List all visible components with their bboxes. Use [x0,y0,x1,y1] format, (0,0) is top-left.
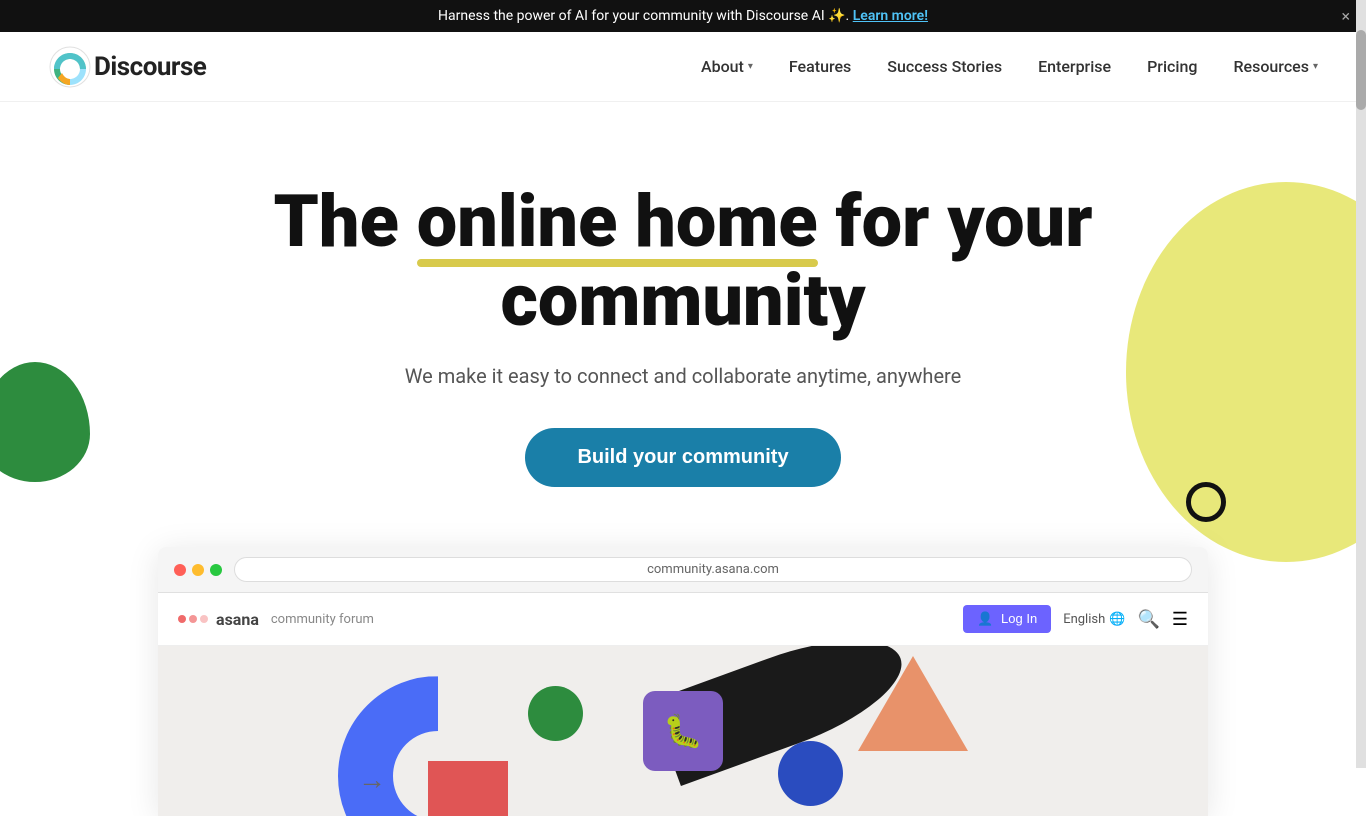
nav-item-about[interactable]: About ▾ [701,57,753,76]
hero-title-underline: online home [417,182,818,261]
dot-red [174,564,186,576]
scrollbar[interactable] [1356,0,1366,768]
nav-item-features[interactable]: Features [789,57,851,76]
logo-text: Discourse [94,52,206,82]
nav-link-enterprise[interactable]: Enterprise [1038,57,1111,76]
nav-item-resources[interactable]: Resources ▾ [1233,57,1318,76]
nav-item-success-stories[interactable]: Success Stories [887,57,1002,76]
hero-subtitle: We make it easy to connect and collabora… [383,364,983,388]
nav-link-success-stories[interactable]: Success Stories [887,57,1002,76]
browser-dots [174,564,222,576]
hero-title: The online home for your community [133,182,1233,340]
search-icon[interactable]: 🔍 [1137,609,1159,630]
decorative-circle-outline [1186,482,1226,522]
menu-icon[interactable]: ☰ [1172,609,1188,630]
banner-text: Harness the power of AI for your communi… [438,8,853,24]
fc-arrow: → [358,763,386,796]
language-selector[interactable]: English 🌐 [1063,612,1125,627]
browser-url[interactable]: community.asana.com [234,557,1192,582]
nav-links: About ▾ Features Success Stories Enterpr… [701,57,1318,76]
chevron-down-icon: ▾ [748,61,753,72]
navbar: Discourse About ▾ Features Success Stori… [0,32,1366,102]
decorative-green-shape [0,362,90,482]
fc-orange-tri [858,656,968,751]
fc-blue-circle [778,741,843,806]
asana-forum-subtitle: community forum [271,612,374,627]
chevron-down-icon-resources: ▾ [1313,61,1318,72]
hero-section: The online home for your community We ma… [0,102,1366,816]
discourse-logo-icon [48,45,92,89]
top-banner: Harness the power of AI for your communi… [0,0,1366,32]
nav-item-pricing[interactable]: Pricing [1147,57,1197,76]
nav-link-pricing[interactable]: Pricing [1147,57,1197,76]
logo[interactable]: Discourse [48,45,206,89]
fc-bug-box: 🐛 [643,691,723,771]
forum-topbar: asana community forum 👤 Log In English 🌐… [158,593,1208,646]
forum-login-button[interactable]: 👤 Log In [963,605,1051,633]
forum-content-area: 🐛 → [158,646,1208,816]
nav-link-about[interactable]: About ▾ [701,57,753,76]
fc-green-circle [528,686,583,741]
dot-green [210,564,222,576]
asana-forum-name: asana [216,610,259,629]
nav-link-resources[interactable]: Resources ▾ [1233,57,1318,76]
cta-button[interactable]: Build your community [525,428,840,487]
bug-icon: 🐛 [663,712,703,750]
browser-bar: community.asana.com [158,547,1208,593]
globe-icon: 🌐 [1109,612,1125,627]
adot3 [200,615,208,623]
browser-mockup: community.asana.com asana community foru… [158,547,1208,816]
banner-close-icon[interactable]: × [1341,7,1350,26]
banner-link[interactable]: Learn more! [853,8,928,24]
asana-logo-dots [178,615,208,623]
adot1 [178,615,186,623]
scrollbar-thumb[interactable] [1356,30,1366,110]
dot-yellow [192,564,204,576]
fc-red-rect [428,761,508,816]
nav-link-features[interactable]: Features [789,57,851,76]
nav-item-enterprise[interactable]: Enterprise [1038,57,1111,76]
forum-actions: 👤 Log In English 🌐 🔍 ☰ [963,605,1188,633]
asana-logo: asana community forum [178,610,374,629]
adot2 [189,615,197,623]
